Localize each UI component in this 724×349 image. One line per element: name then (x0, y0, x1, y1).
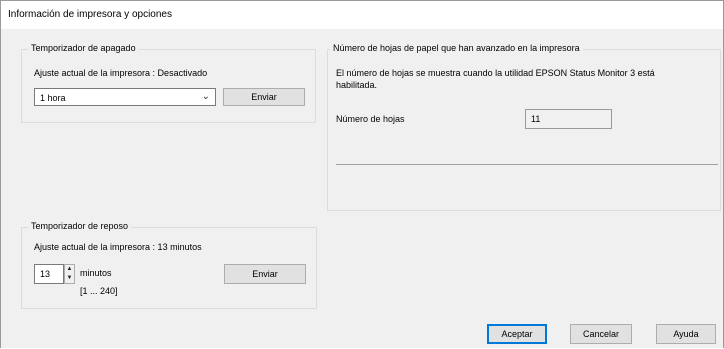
sheets-count-field: 11 (525, 109, 612, 129)
ok-button[interactable]: Aceptar (487, 324, 547, 344)
sleep-minutes-input[interactable]: 13 (34, 264, 64, 284)
sheets-description-line1: El número de hojas se muestra cuando la … (336, 68, 655, 78)
chevron-down-icon: ⌄ (201, 91, 210, 102)
power-off-timer-group: Temporizador de apagado Ajuste actual de… (21, 43, 316, 123)
printer-options-dialog: Información de impresora y opciones Temp… (0, 0, 724, 348)
sheets-description-line2: habilitada. (336, 80, 378, 90)
sleep-range-label: [1 ... 240] (80, 286, 118, 296)
power-off-dropdown[interactable]: 1 hora ⌄ (34, 88, 216, 106)
sleep-send-button[interactable]: Enviar (224, 264, 306, 284)
arrow-down-icon[interactable]: ▼ (65, 274, 74, 283)
separator-line (336, 164, 718, 165)
dialog-title: Información de impresora y opciones (8, 9, 172, 20)
sleep-minutes-stepper[interactable]: ▲ ▼ (64, 264, 75, 284)
sleep-timer-group: Temporizador de reposo Ajuste actual de … (21, 221, 317, 309)
power-off-send-button[interactable]: Enviar (223, 88, 305, 106)
sleep-unit-label: minutos (80, 268, 112, 278)
sleep-minutes-value: 13 (40, 269, 51, 279)
sheets-count-label: Número de hojas (336, 114, 405, 124)
sleep-current-setting: Ajuste actual de la impresora : 13 minut… (34, 242, 202, 252)
sheets-counter-group: Número de hojas de papel que han avanzad… (327, 43, 721, 211)
power-off-dropdown-value: 1 hora (40, 93, 66, 103)
sleep-timer-legend: Temporizador de reposo (28, 221, 132, 231)
power-off-timer-legend: Temporizador de apagado (28, 43, 139, 53)
power-off-current-setting: Ajuste actual de la impresora : Desactiv… (34, 68, 208, 78)
sheets-counter-legend: Número de hojas de papel que han avanzad… (330, 43, 583, 53)
help-button[interactable]: Ayuda (656, 324, 716, 344)
sheets-count-value: 11 (531, 114, 541, 124)
cancel-button[interactable]: Cancelar (570, 324, 632, 344)
arrow-up-icon[interactable]: ▲ (65, 265, 74, 274)
title-bar: Información de impresora y opciones (1, 1, 723, 29)
